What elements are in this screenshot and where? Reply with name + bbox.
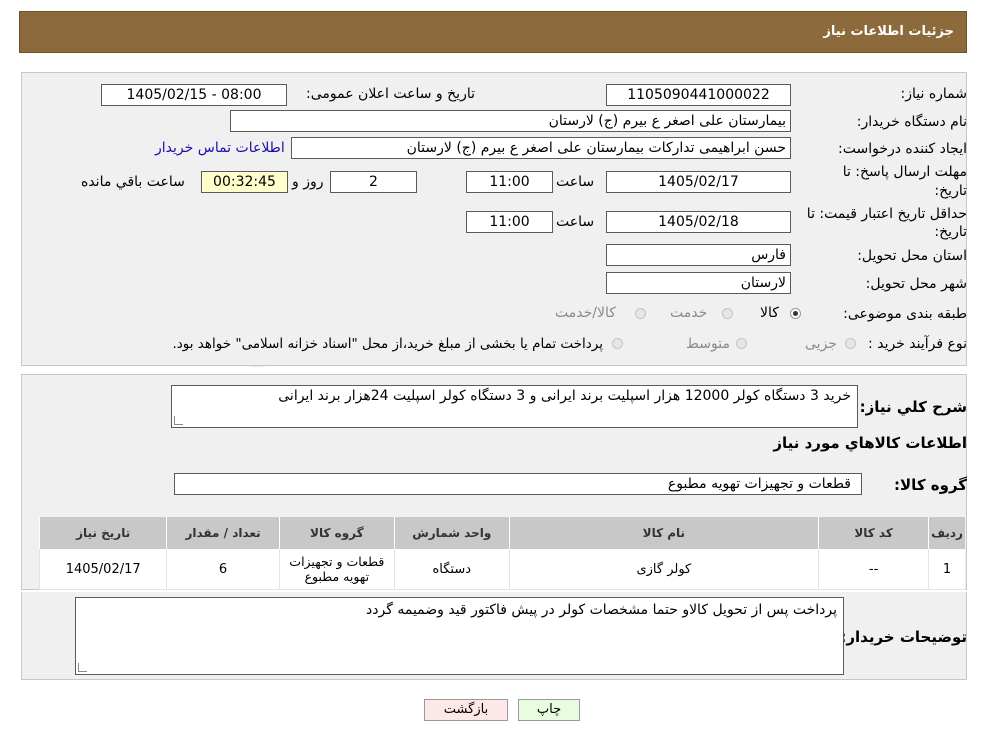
cell-group: قطعات و تجهیزات تهویه مطبوع bbox=[278, 549, 394, 590]
time-remaining-label: ساعت باقي مانده bbox=[81, 174, 185, 190]
process-radio-minor[interactable] bbox=[845, 338, 856, 349]
cell-name: کولر گازی bbox=[508, 549, 819, 590]
validity-date-field: 1405/02/18 bbox=[606, 211, 791, 233]
deadline-label-date: تاریخ: bbox=[934, 183, 967, 199]
time-remaining-field: 00:32:45 bbox=[201, 171, 288, 193]
description-textarea: خرید 3 دستگاه کولر 12000 هزار اسپلیت برن… bbox=[171, 385, 858, 428]
buyer-org-field: بیمارستان علی اصغر ع بیرم (ج) لارستان bbox=[230, 110, 791, 132]
process-treasury-note: پرداخت تمام یا بخشی از مبلغ خرید،از محل … bbox=[172, 336, 603, 352]
category-radio-goods-service[interactable] bbox=[635, 308, 646, 319]
validity-time-field: 11:00 bbox=[466, 211, 553, 233]
category-label: طبقه بندی موضوعی: bbox=[843, 306, 967, 322]
col-name-header: نام کالا bbox=[508, 517, 819, 549]
items-table: ردیف کد کالا نام کالا واحد شمارش گروه کا… bbox=[39, 517, 965, 590]
deadline-date-field: 1405/02/17 bbox=[606, 171, 791, 193]
goods-section-title: اطلاعات کالاهاي مورد نياز bbox=[773, 434, 967, 452]
creator-field: حسن ابراهیمی تدارکات بیمارستان علی اصغر … bbox=[291, 137, 791, 159]
goods-group-label: گروه کالا: bbox=[894, 476, 967, 494]
process-option-medium: متوسط bbox=[686, 336, 730, 352]
col-date-header: تاریخ نیاز bbox=[39, 517, 167, 549]
cell-code: -- bbox=[818, 549, 929, 590]
deadline-label: مهلت ارسال پاسخ: تا bbox=[842, 164, 967, 180]
cell-qty: 6 bbox=[166, 549, 279, 590]
resize-grip-icon[interactable] bbox=[78, 663, 87, 672]
buyer-notes-label: توضیحات خریدار: bbox=[840, 628, 967, 646]
days-remaining-field: 2 bbox=[330, 171, 417, 193]
days-label: روز و bbox=[292, 174, 324, 190]
process-type-label: نوع فرآیند خرید : bbox=[868, 336, 967, 352]
city-label: شهر محل تحویل: bbox=[865, 276, 967, 292]
buyer-contact-link[interactable]: اطلاعات تماس خریدار bbox=[155, 140, 285, 156]
table-row: 1 -- کولر گازی دستگاه قطعات و تجهیزات ته… bbox=[39, 549, 965, 590]
process-radio-treasury[interactable] bbox=[612, 338, 623, 349]
buyer-notes-text: پرداخت پس از تحویل کالاو حتما مشخصات کول… bbox=[366, 602, 837, 618]
page-title: جزئیات اطلاعات نیاز bbox=[823, 24, 954, 39]
description-label: شرح کلي نياز: bbox=[859, 398, 967, 416]
items-table-wrapper: ردیف کد کالا نام کالا واحد شمارش گروه کا… bbox=[39, 517, 965, 590]
deadline-time-label: ساعت bbox=[556, 174, 595, 190]
col-row-header: ردیف bbox=[928, 517, 965, 549]
price-validity-label-date: تاریخ: bbox=[934, 224, 967, 240]
creator-label: ایجاد کننده درخواست: bbox=[838, 141, 967, 157]
buyer-org-label: نام دستگاه خریدار: bbox=[856, 114, 967, 130]
cell-unit: دستگاه bbox=[393, 549, 509, 590]
page-header: جزئیات اطلاعات نیاز bbox=[19, 11, 967, 53]
resize-grip-icon[interactable] bbox=[174, 416, 183, 425]
description-text: خرید 3 دستگاه کولر 12000 هزار اسپلیت برن… bbox=[278, 388, 851, 404]
announce-date-field: 1405/02/15 - 08:00 bbox=[101, 84, 287, 106]
province-label: استان محل تحویل: bbox=[857, 248, 967, 264]
deadline-time-field: 11:00 bbox=[466, 171, 553, 193]
category-option-goods-service: کالا/خدمت bbox=[555, 305, 616, 321]
process-radio-medium[interactable] bbox=[736, 338, 747, 349]
cell-date: 1405/02/17 bbox=[39, 549, 167, 590]
province-field: فارس bbox=[606, 244, 791, 266]
process-option-minor: جزیی bbox=[805, 336, 837, 352]
category-radio-service[interactable] bbox=[722, 308, 733, 319]
validity-time-label: ساعت bbox=[556, 214, 595, 230]
buyer-notes-textarea: پرداخت پس از تحویل کالاو حتما مشخصات کول… bbox=[75, 597, 844, 675]
col-code-header: کد کالا bbox=[818, 517, 929, 549]
need-number-field: 1105090441000022 bbox=[606, 84, 791, 106]
table-header-row: ردیف کد کالا نام کالا واحد شمارش گروه کا… bbox=[39, 517, 965, 549]
back-button[interactable]: بازگشت bbox=[424, 699, 508, 721]
category-radio-goods[interactable] bbox=[790, 308, 801, 319]
print-button[interactable]: چاپ bbox=[518, 699, 580, 721]
col-unit-header: واحد شمارش bbox=[393, 517, 509, 549]
city-field: لارستان bbox=[606, 272, 791, 294]
category-option-service: خدمت bbox=[670, 305, 708, 321]
need-number-label: شماره نیاز: bbox=[900, 86, 968, 102]
col-qty-header: تعداد / مقدار bbox=[166, 517, 279, 549]
col-group-header: گروه کالا bbox=[278, 517, 394, 549]
goods-group-field: قطعات و تجهیزات تهویه مطبوع bbox=[174, 473, 862, 495]
announce-date-label: تاریخ و ساعت اعلان عمومی: bbox=[306, 86, 475, 102]
cell-row: 1 bbox=[928, 549, 965, 590]
price-validity-label: حداقل تاریخ اعتبار قیمت: تا bbox=[806, 206, 967, 222]
category-option-goods: کالا bbox=[760, 305, 779, 321]
